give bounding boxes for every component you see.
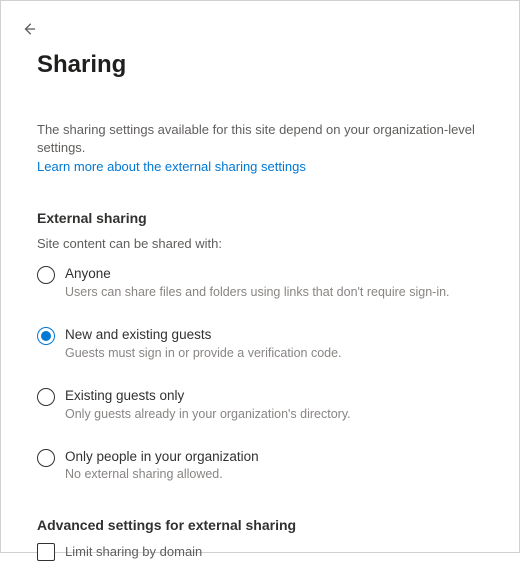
radio-description: Users can share files and folders using … — [65, 284, 483, 300]
radio-label: Only people in your organization — [65, 448, 483, 466]
radio-button[interactable] — [37, 266, 55, 284]
radio-button[interactable] — [37, 449, 55, 467]
checkbox-box[interactable] — [37, 543, 55, 561]
radio-label: Existing guests only — [65, 387, 483, 405]
radio-option-org-only[interactable]: Only people in your organization No exte… — [37, 448, 483, 483]
arrow-left-icon — [22, 22, 36, 36]
radio-option-existing-guests[interactable]: Existing guests only Only guests already… — [37, 387, 483, 422]
radio-option-new-existing-guests[interactable]: New and existing guests Guests must sign… — [37, 326, 483, 361]
radio-label: Anyone — [65, 265, 483, 283]
radio-button[interactable] — [37, 327, 55, 345]
learn-more-link[interactable]: Learn more about the external sharing se… — [37, 159, 306, 174]
radio-description: Guests must sign in or provide a verific… — [65, 345, 483, 361]
back-button[interactable] — [19, 19, 39, 39]
radio-description: Only guests already in your organization… — [65, 406, 483, 422]
external-sharing-subtext: Site content can be shared with: — [37, 236, 483, 251]
external-sharing-heading: External sharing — [37, 210, 483, 226]
radio-option-anyone[interactable]: Anyone Users can share files and folders… — [37, 265, 483, 300]
radio-description: No external sharing allowed. — [65, 466, 483, 482]
checkbox-limit-sharing[interactable]: Limit sharing by domain — [37, 543, 483, 561]
radio-label: New and existing guests — [65, 326, 483, 344]
intro-text: The sharing settings available for this … — [37, 121, 483, 157]
advanced-heading: Advanced settings for external sharing — [37, 517, 483, 533]
checkbox-label: Limit sharing by domain — [65, 544, 202, 559]
radio-button[interactable] — [37, 388, 55, 406]
page-title: Sharing — [37, 51, 483, 79]
